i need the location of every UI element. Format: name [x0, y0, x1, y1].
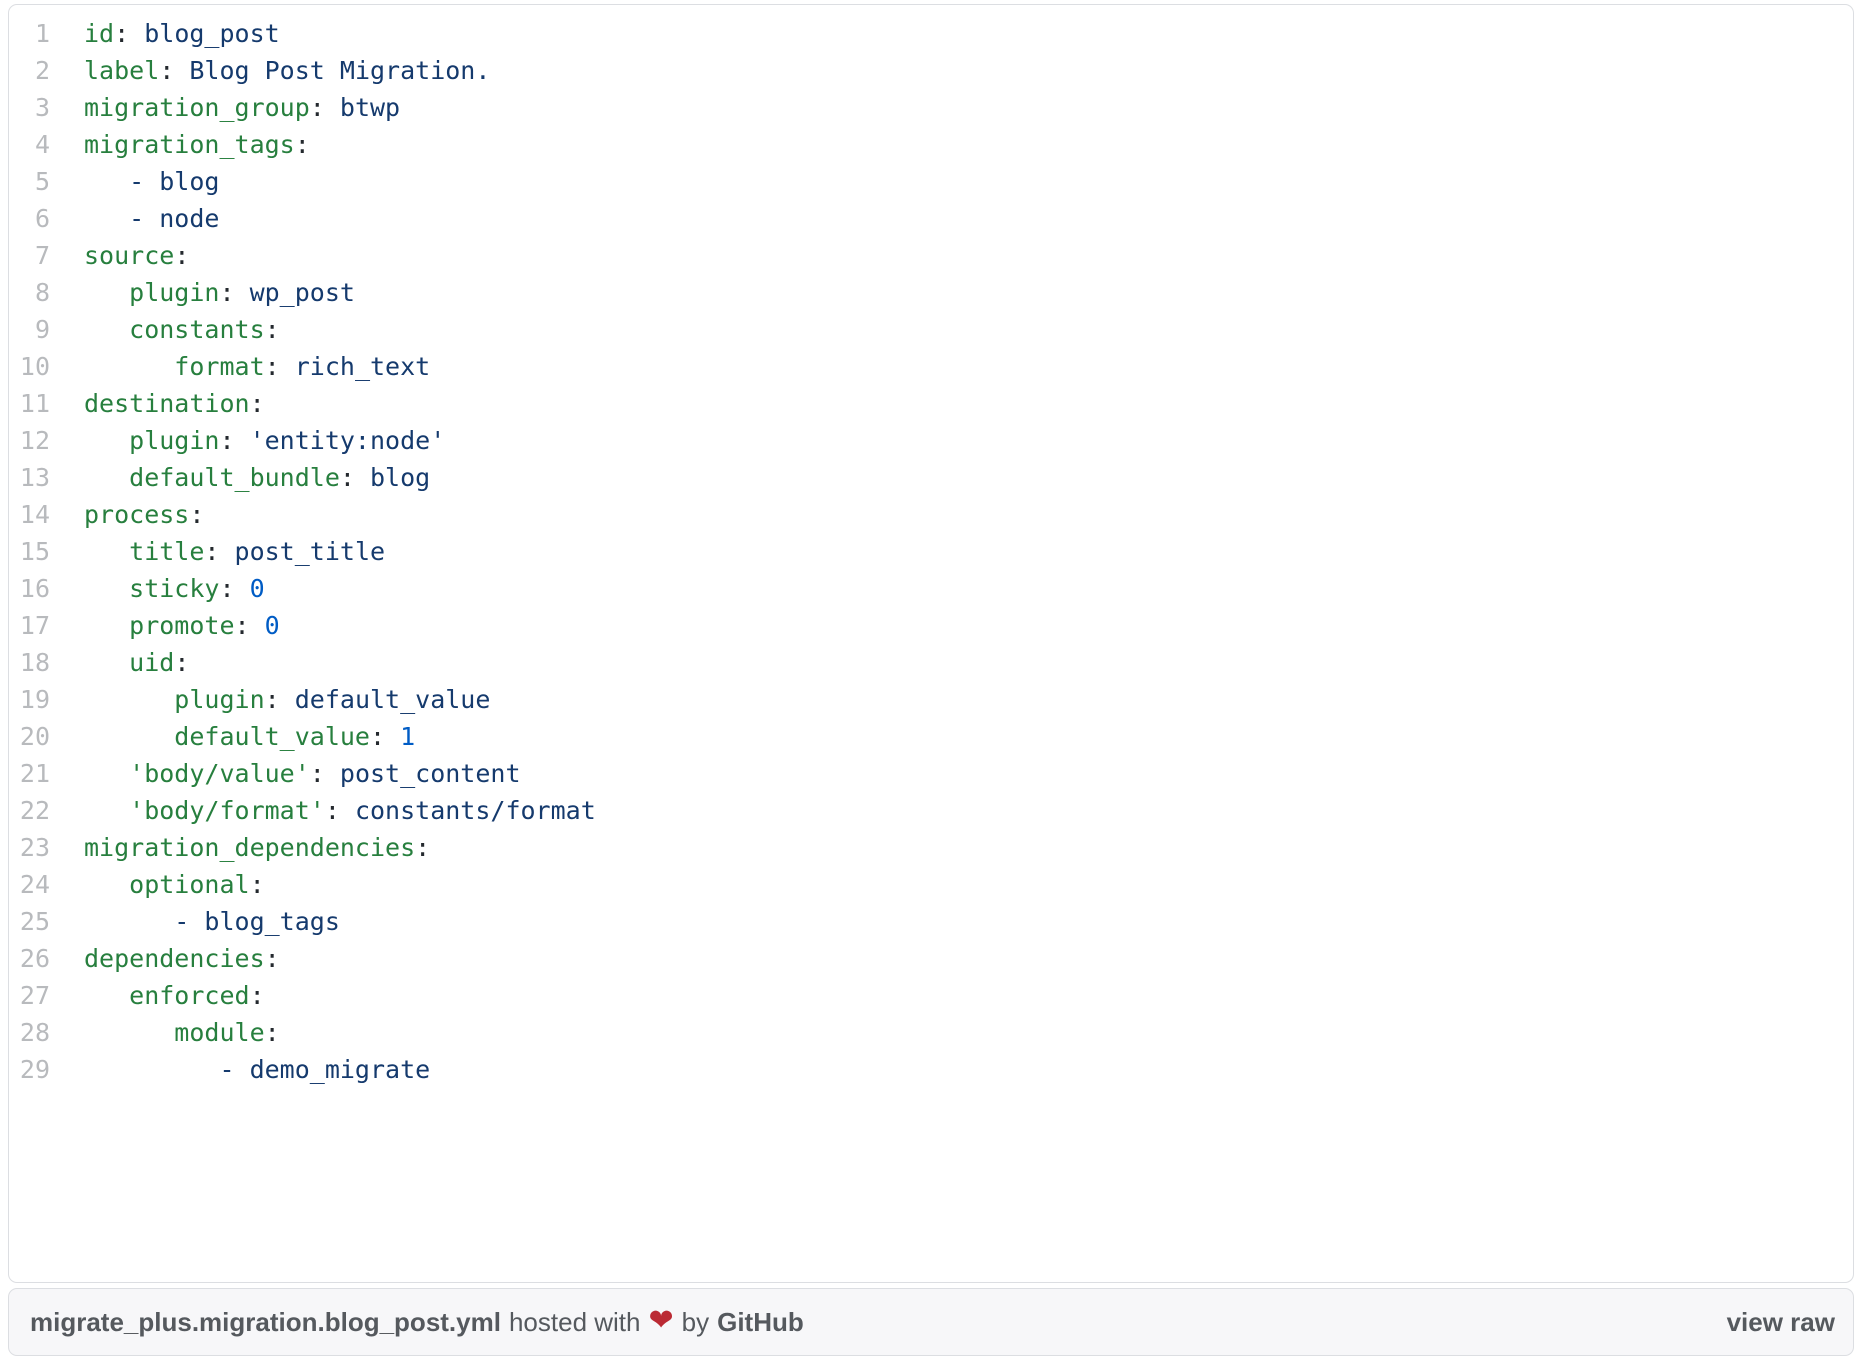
gist-filename-link[interactable]: migrate_plus.migration.blog_post.yml — [30, 1307, 501, 1338]
code-panel: 1id: blog_post2label: Blog Post Migratio… — [8, 4, 1854, 1283]
code-line: 15 title: post_title — [9, 533, 1853, 570]
code-line: 9 constants: — [9, 311, 1853, 348]
code-line: 23migration_dependencies: — [9, 829, 1853, 866]
code-line: 12 plugin: 'entity:node' — [9, 422, 1853, 459]
view-raw-link[interactable]: view raw — [1727, 1307, 1835, 1338]
line-number: 18 — [9, 644, 50, 681]
code-text: plugin: 'entity:node' — [50, 422, 445, 459]
line-number: 17 — [9, 607, 50, 644]
line-number: 8 — [9, 274, 50, 311]
code-text: module: — [50, 1014, 280, 1051]
code-line: 18 uid: — [9, 644, 1853, 681]
code-line: 5 - blog — [9, 163, 1853, 200]
code-text: - node — [50, 200, 219, 237]
code-text: constants: — [50, 311, 280, 348]
code-text: - demo_migrate — [50, 1051, 430, 1088]
line-number: 10 — [9, 348, 50, 385]
code-line: 26dependencies: — [9, 940, 1853, 977]
code-text: enforced: — [50, 977, 265, 1014]
line-number: 23 — [9, 829, 50, 866]
code-line: 2label: Blog Post Migration. — [9, 52, 1853, 89]
code-text: title: post_title — [50, 533, 385, 570]
code-line: 29 - demo_migrate — [9, 1051, 1853, 1088]
line-number: 22 — [9, 792, 50, 829]
code-line: 14process: — [9, 496, 1853, 533]
line-number: 29 — [9, 1051, 50, 1088]
line-number: 1 — [9, 15, 50, 52]
line-number: 16 — [9, 570, 50, 607]
by-text: by — [682, 1307, 709, 1338]
line-number: 5 — [9, 163, 50, 200]
line-number: 11 — [9, 385, 50, 422]
line-number: 13 — [9, 459, 50, 496]
line-number: 25 — [9, 903, 50, 940]
code-line: 21 'body/value': post_content — [9, 755, 1853, 792]
footer-caption: migrate_plus.migration.blog_post.yml hos… — [30, 1307, 804, 1338]
code-text: plugin: wp_post — [50, 274, 355, 311]
code-text: uid: — [50, 644, 189, 681]
code-text: dependencies: — [50, 940, 280, 977]
code-text: process: — [50, 496, 204, 533]
code-text: 'body/value': post_content — [50, 755, 521, 792]
line-number: 4 — [9, 126, 50, 163]
line-number: 14 — [9, 496, 50, 533]
code-text: migration_dependencies: — [50, 829, 430, 866]
code-line: 25 - blog_tags — [9, 903, 1853, 940]
line-number: 6 — [9, 200, 50, 237]
line-number: 28 — [9, 1014, 50, 1051]
line-number: 21 — [9, 755, 50, 792]
line-number: 19 — [9, 681, 50, 718]
hosted-with-text: hosted with — [509, 1307, 641, 1338]
code-text: default_value: 1 — [50, 718, 415, 755]
code-line: 11destination: — [9, 385, 1853, 422]
code-text: - blog — [50, 163, 219, 200]
gist-embed: 1id: blog_post2label: Blog Post Migratio… — [0, 0, 1862, 1356]
code-text: source: — [50, 237, 189, 274]
code-text: promote: 0 — [50, 607, 280, 644]
code-text: id: blog_post — [50, 15, 280, 52]
code-line: 7source: — [9, 237, 1853, 274]
code-line: 28 module: — [9, 1014, 1853, 1051]
code-line: 6 - node — [9, 200, 1853, 237]
line-number: 12 — [9, 422, 50, 459]
code-line: 1id: blog_post — [9, 15, 1853, 52]
code-text: optional: — [50, 866, 265, 903]
code-text: format: rich_text — [50, 348, 430, 385]
code-text: - blog_tags — [50, 903, 340, 940]
line-number: 2 — [9, 52, 50, 89]
code-text: migration_tags: — [50, 126, 310, 163]
code-line: 13 default_bundle: blog — [9, 459, 1853, 496]
line-number: 24 — [9, 866, 50, 903]
line-number: 9 — [9, 311, 50, 348]
code-text: label: Blog Post Migration. — [50, 52, 490, 89]
code-line: 24 optional: — [9, 866, 1853, 903]
code-lines: 1id: blog_post2label: Blog Post Migratio… — [9, 5, 1853, 1088]
gist-footer: migrate_plus.migration.blog_post.yml hos… — [8, 1288, 1854, 1356]
github-link[interactable]: GitHub — [717, 1307, 804, 1338]
line-number: 3 — [9, 89, 50, 126]
code-line: 8 plugin: wp_post — [9, 274, 1853, 311]
code-text: migration_group: btwp — [50, 89, 400, 126]
code-text: plugin: default_value — [50, 681, 490, 718]
heart-icon: ❤ — [649, 1306, 674, 1336]
code-line: 3migration_group: btwp — [9, 89, 1853, 126]
code-text: destination: — [50, 385, 265, 422]
line-number: 20 — [9, 718, 50, 755]
code-line: 20 default_value: 1 — [9, 718, 1853, 755]
line-number: 26 — [9, 940, 50, 977]
code-line: 22 'body/format': constants/format — [9, 792, 1853, 829]
code-line: 16 sticky: 0 — [9, 570, 1853, 607]
code-text: default_bundle: blog — [50, 459, 430, 496]
code-line: 19 plugin: default_value — [9, 681, 1853, 718]
code-line: 10 format: rich_text — [9, 348, 1853, 385]
code-text: 'body/format': constants/format — [50, 792, 596, 829]
code-line: 17 promote: 0 — [9, 607, 1853, 644]
line-number: 15 — [9, 533, 50, 570]
code-line: 27 enforced: — [9, 977, 1853, 1014]
code-line: 4migration_tags: — [9, 126, 1853, 163]
line-number: 7 — [9, 237, 50, 274]
code-text: sticky: 0 — [50, 570, 265, 607]
line-number: 27 — [9, 977, 50, 1014]
